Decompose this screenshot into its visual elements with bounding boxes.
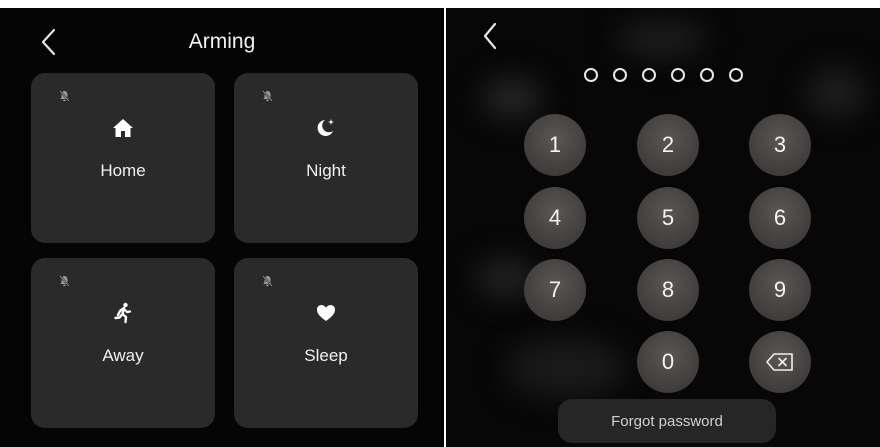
home-icon [31, 115, 215, 141]
background-blur [616, 22, 706, 56]
bell-off-icon [262, 274, 273, 292]
mode-tile-sleep[interactable]: Sleep [234, 258, 418, 428]
mode-label: Night [306, 161, 346, 180]
key-4[interactable]: 4 [524, 187, 586, 249]
pin-dot [584, 68, 598, 82]
page-title: Arming [188, 30, 256, 53]
bell-off-icon [262, 89, 273, 107]
key-8[interactable]: 8 [637, 259, 699, 321]
key-3[interactable]: 3 [749, 114, 811, 176]
forgot-password-button[interactable]: Forgot password [558, 399, 776, 443]
running-person-icon [31, 300, 215, 326]
moon-icon [234, 115, 418, 141]
backspace-button[interactable] [749, 331, 811, 393]
pin-dot [729, 68, 743, 82]
pin-dot [700, 68, 714, 82]
background-blur [506, 338, 626, 398]
mode-label: Home [100, 161, 146, 180]
pin-indicator [584, 68, 743, 82]
key-6[interactable]: 6 [749, 187, 811, 249]
arming-panel: Arming Home Night Away Sleep [0, 8, 444, 447]
bell-off-icon [59, 89, 70, 107]
backspace-icon [766, 353, 793, 371]
background-blur [806, 68, 866, 118]
bell-off-icon [59, 274, 70, 292]
pin-dot [642, 68, 656, 82]
mode-tile-away[interactable]: Away [31, 258, 215, 428]
key-7[interactable]: 7 [524, 259, 586, 321]
keypad-panel: 1 2 3 4 5 6 7 8 9 0 Forgot password [446, 8, 880, 447]
key-0[interactable]: 0 [637, 331, 699, 393]
mode-tile-home[interactable]: Home [31, 73, 215, 243]
background-blur [482, 78, 542, 118]
key-5[interactable]: 5 [637, 187, 699, 249]
heart-icon [234, 300, 418, 326]
key-9[interactable]: 9 [749, 259, 811, 321]
mode-label: Sleep [304, 346, 348, 365]
key-2[interactable]: 2 [637, 114, 699, 176]
pin-dot [613, 68, 627, 82]
mode-label: Away [102, 346, 144, 365]
chevron-left-icon [483, 22, 497, 50]
key-1[interactable]: 1 [524, 114, 586, 176]
pin-dot [671, 68, 685, 82]
back-button[interactable] [482, 22, 498, 50]
mode-tile-night[interactable]: Night [234, 73, 418, 243]
